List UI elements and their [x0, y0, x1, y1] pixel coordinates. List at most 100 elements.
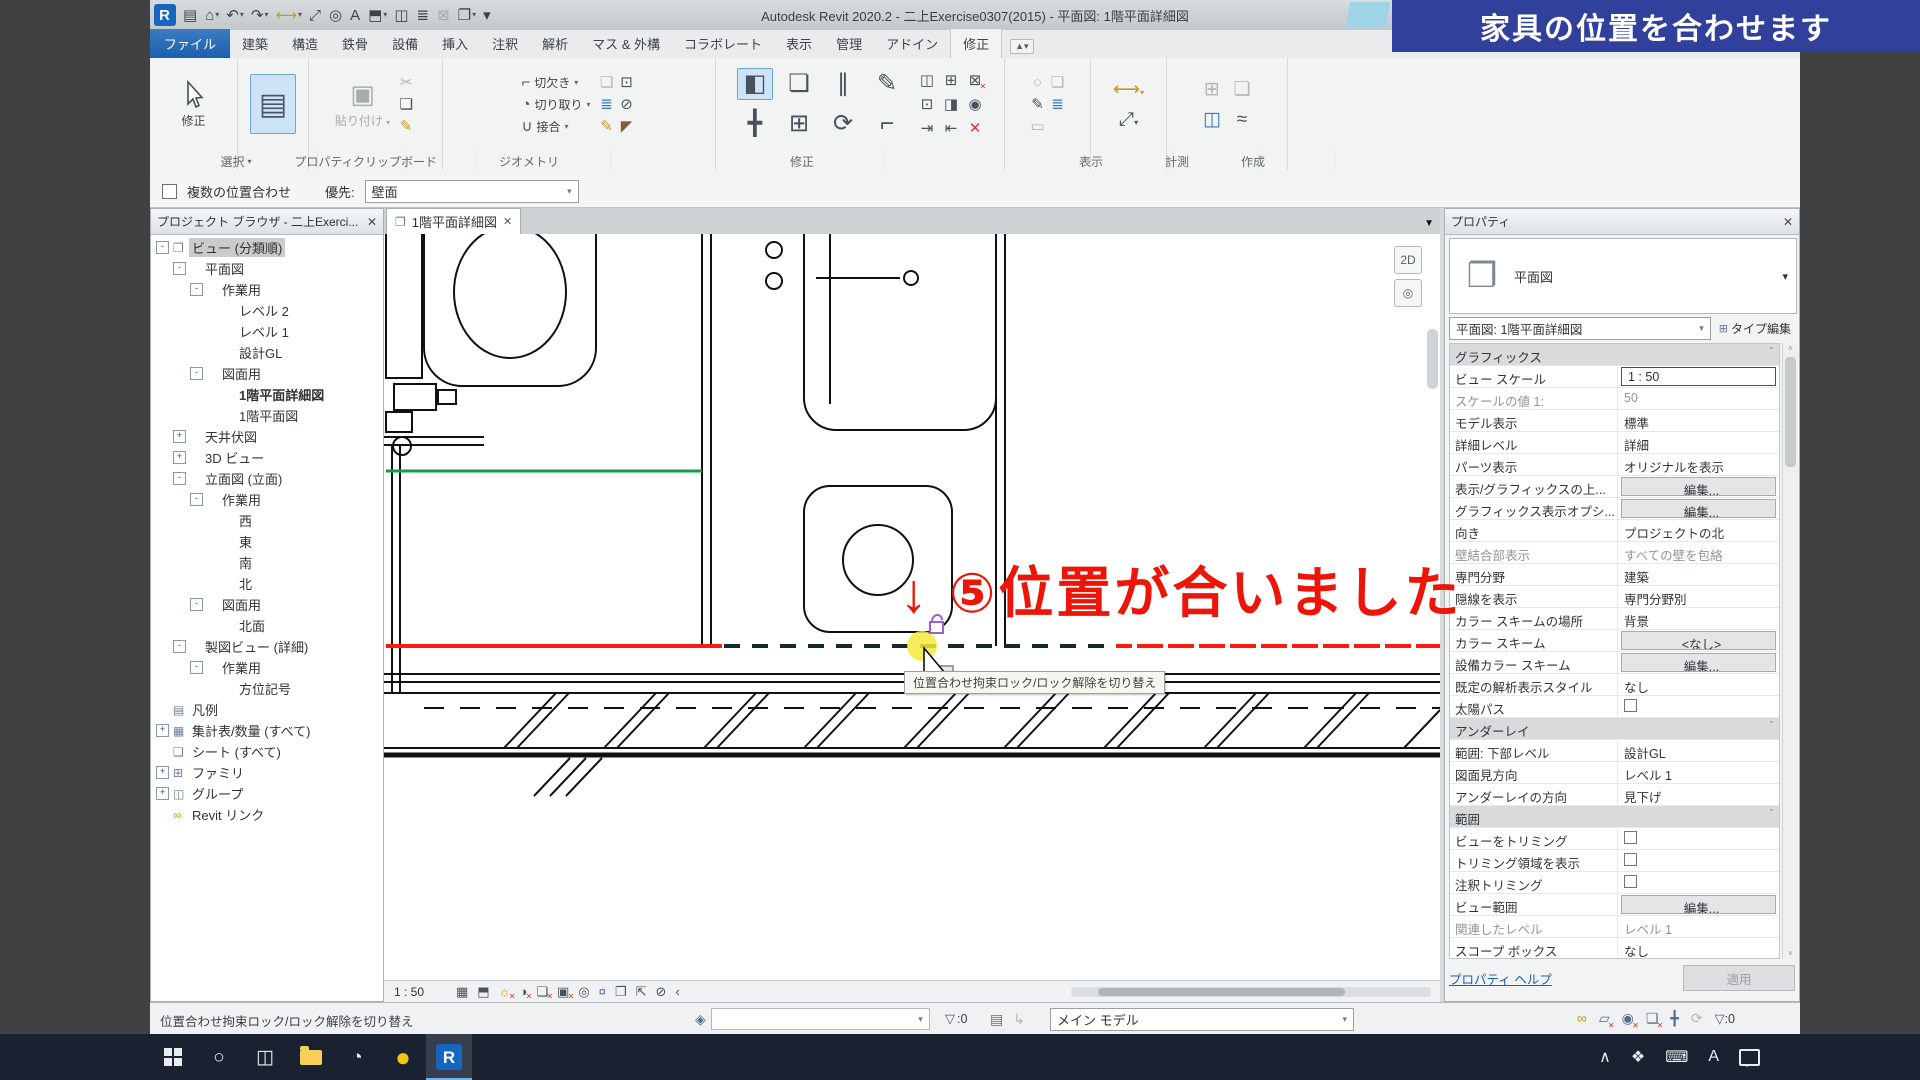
property-row[interactable]: 注釈トリミング ˆ: [1450, 872, 1779, 894]
visual-style[interactable]: ⬒: [477, 985, 489, 998]
split-element[interactable]: ∥: [837, 72, 849, 96]
caret-icon[interactable]: ▾: [564, 122, 568, 131]
tag-by-category[interactable]: ◎: [329, 8, 343, 23]
pin[interactable]: ◉: [968, 97, 981, 112]
beam-joins[interactable]: ≣: [600, 97, 613, 112]
worksets-icon[interactable]: ◈: [695, 1011, 706, 1028]
property-value[interactable]: なし: [1618, 674, 1779, 695]
ribbon-tab[interactable]: 構造: [280, 29, 330, 58]
tree-item-label[interactable]: 製図ビュー (詳細): [202, 637, 311, 656]
text[interactable]: A: [350, 8, 361, 23]
customize-qat[interactable]: ▾: [483, 8, 492, 23]
tree-item-label[interactable]: 北: [236, 574, 255, 593]
property-row[interactable]: 既定の解析表示スタイル ˆ なし: [1450, 674, 1779, 696]
tree-item-label[interactable]: 設計GL: [236, 343, 285, 362]
measure[interactable]: ⟷▾: [275, 8, 302, 23]
tree-expand-toggle[interactable]: +: [173, 430, 186, 443]
design-option-dropdown[interactable]: メイン モデル▾: [1050, 1008, 1354, 1031]
tree-item[interactable]: + ⊞ ファミリ: [151, 762, 383, 783]
property-value[interactable]: [1618, 828, 1779, 849]
property-row[interactable]: アンダーレイ ˆ: [1450, 718, 1779, 740]
collapse-icon[interactable]: ˆ: [1770, 718, 1779, 739]
default-3d-view[interactable]: ⬒▾: [368, 8, 387, 23]
vertical-scrollbar[interactable]: [1427, 329, 1438, 389]
tree-item-label[interactable]: 西: [236, 511, 255, 530]
switch-windows[interactable]: ❐▾: [458, 8, 476, 23]
property-row[interactable]: 範囲 ˆ: [1450, 806, 1779, 828]
properties-toggle[interactable]: ▤: [250, 74, 296, 134]
shadows[interactable]: ◑: [520, 985, 528, 998]
editable-only[interactable]: ▤: [990, 1011, 1003, 1028]
tree-item[interactable]: - 図面用: [151, 363, 383, 384]
project-browser-header[interactable]: プロジェクト ブラウザ - 二上Exerci... ✕: [151, 209, 383, 235]
yellow-app[interactable]: ●: [380, 1034, 426, 1080]
property-row[interactable]: 壁結合部表示 ˆ すべての壁を包絡: [1450, 542, 1779, 564]
paint[interactable]: ✎: [600, 119, 613, 134]
ribbon-tab[interactable]: 挿入: [430, 29, 480, 58]
tree-item[interactable]: + ◫ グループ: [151, 783, 383, 804]
tree-item[interactable]: 方位記号: [151, 678, 383, 699]
expand-view-control-bar[interactable]: ‹: [675, 985, 679, 998]
property-value[interactable]: 建築: [1618, 564, 1779, 585]
offset[interactable]: ❏: [788, 72, 810, 96]
paste-button[interactable]: ▣ 貼り付け ▾: [335, 79, 390, 129]
property-value[interactable]: 1 : 50: [1621, 367, 1776, 386]
tree-item-label[interactable]: Revit リンク: [189, 805, 267, 824]
reveal-constraints[interactable]: ⊘: [655, 985, 666, 998]
property-row[interactable]: グラフィックス ˆ: [1450, 344, 1779, 366]
property-value[interactable]: 専門分野別: [1618, 586, 1779, 607]
aligned-dimension[interactable]: ⤢: [309, 8, 322, 23]
property-value[interactable]: [1618, 872, 1779, 893]
measure-between-refs[interactable]: ⟷▾: [1113, 80, 1144, 99]
property-value[interactable]: <なし>: [1621, 631, 1776, 650]
trim-extend-single[interactable]: ⇥: [921, 121, 934, 136]
tree-item-label[interactable]: 作業用: [219, 280, 264, 299]
insulation[interactable]: ≈: [1237, 110, 1247, 129]
delete[interactable]: ✕: [969, 121, 982, 136]
scale[interactable]: ⊡: [921, 97, 934, 112]
redo[interactable]: ↷▾: [251, 8, 269, 23]
tree-item[interactable]: - 作業用: [151, 489, 383, 510]
ribbon-tab[interactable]: 管理: [824, 29, 874, 58]
hide-elements[interactable]: ○: [1033, 75, 1042, 90]
close-icon[interactable]: ✕: [1783, 215, 1793, 229]
tree-item-label[interactable]: 立面図 (立面): [202, 469, 285, 488]
properties-help-link[interactable]: プロパティ ヘルプ: [1449, 969, 1552, 988]
close-inactive-windows[interactable]: ⊠: [437, 8, 451, 23]
tree-item-label[interactable]: 図面用: [219, 595, 264, 614]
property-row[interactable]: ビュー範囲 ˆ 編集...: [1450, 894, 1779, 916]
cut-geometry[interactable]: ◔切り取り▾: [521, 93, 590, 115]
property-row[interactable]: 詳細レベル ˆ 詳細: [1450, 432, 1779, 454]
property-row[interactable]: 向き ˆ プロジェクトの北: [1450, 520, 1779, 542]
section[interactable]: ◫: [394, 8, 409, 23]
copy-to-clipboard[interactable]: ❏: [399, 97, 412, 112]
copy[interactable]: ⊞: [789, 112, 809, 136]
join-geometry[interactable]: ∪接合▾: [521, 115, 568, 137]
modify-tool[interactable]: 修正: [181, 80, 205, 129]
multiple-alignment-checkbox[interactable]: [162, 184, 177, 199]
scrollbar-thumb[interactable]: [1098, 988, 1345, 996]
tree-item-label[interactable]: 3D ビュー: [202, 448, 267, 467]
prefer-dropdown[interactable]: 壁面▾: [365, 180, 579, 203]
rotate[interactable]: ⟳: [833, 112, 853, 136]
crop-region-visibility[interactable]: ▣: [557, 985, 569, 998]
horizontal-scrollbar[interactable]: [1071, 987, 1431, 997]
property-row[interactable]: パーツ表示 ˆ オリジナルを表示: [1450, 454, 1779, 476]
tree-item-label[interactable]: 天井伏図: [202, 427, 260, 446]
edit-type-button[interactable]: ⊞タイプ編集: [1715, 320, 1795, 337]
tree-item-label[interactable]: グループ: [189, 784, 246, 803]
scroll-down-icon[interactable]: ˅: [1783, 949, 1798, 958]
mirror-draw-axis[interactable]: ◨: [944, 97, 958, 112]
property-value[interactable]: 編集...: [1621, 653, 1776, 672]
tree-item-label[interactable]: 図面用: [219, 364, 264, 383]
property-value[interactable]: 見下げ: [1618, 784, 1779, 805]
detail-level[interactable]: ▦: [456, 985, 468, 998]
tree-item-label[interactable]: 作業用: [219, 490, 264, 509]
workset-dropdown[interactable]: ▾: [711, 1008, 930, 1030]
tree-item-label[interactable]: レベル 2: [236, 301, 292, 320]
tree-item-label[interactable]: 集計表/数量 (すべて): [189, 721, 313, 740]
tree-expand-toggle[interactable]: -: [190, 367, 203, 380]
select-links[interactable]: ∞: [1577, 1010, 1587, 1027]
dropdown-caret-icon[interactable]: ▾: [264, 11, 268, 19]
view-tab[interactable]: ❐ 1階平面詳細図 ✕: [386, 208, 521, 234]
